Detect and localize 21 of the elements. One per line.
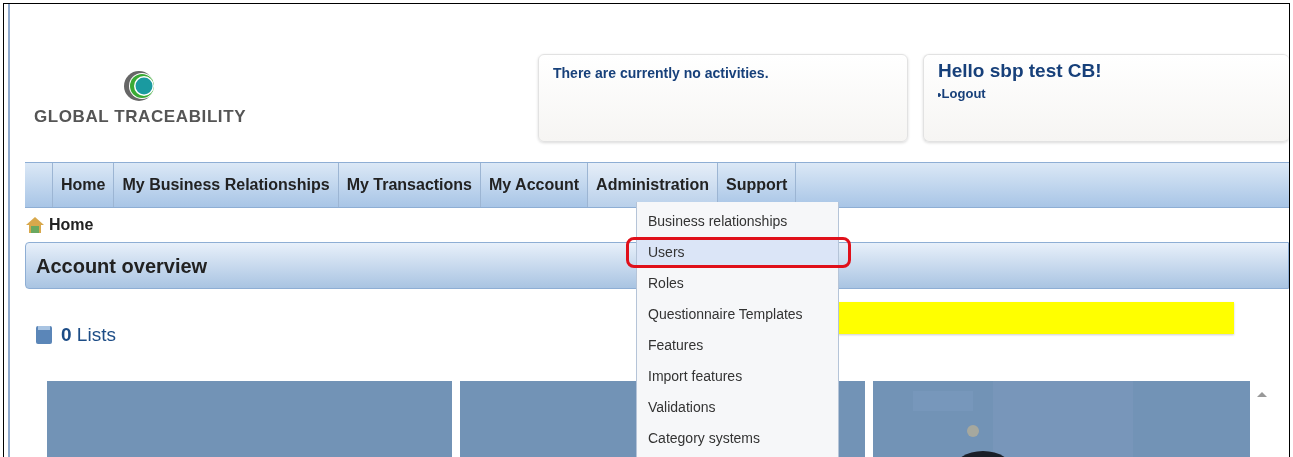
logo-text: GLOBAL TRACEABILITY <box>33 106 247 128</box>
menu-item[interactable]: Import features <box>637 361 838 392</box>
menu-item[interactable]: Validations <box>637 392 838 423</box>
activity-message: There are currently no activities. <box>553 65 769 81</box>
menu-item[interactable]: Business relationships <box>637 206 838 237</box>
breadcrumb-link[interactable]: Home <box>49 213 94 237</box>
list-icon <box>35 325 53 345</box>
menu-item[interactable]: Questionnaire Templates <box>637 299 838 330</box>
greeting-text: Hello sbp test CB! <box>938 61 1103 81</box>
nav-tab[interactable]: My Transactions <box>337 163 480 207</box>
menu-item[interactable]: Features <box>637 330 838 361</box>
nav-tab[interactable]: Administration <box>587 163 717 207</box>
menu-item[interactable]: Category systems <box>637 423 838 454</box>
nav-tab[interactable]: Home <box>52 163 114 207</box>
lists-link[interactable]: 0 Lists <box>61 320 116 350</box>
nav-tab[interactable]: My Business Relationships <box>113 163 338 207</box>
menu-item[interactable]: Roles <box>637 268 838 299</box>
section-title: Account overview <box>36 253 208 279</box>
home-icon <box>25 216 45 234</box>
logout-link[interactable]: Logout <box>938 87 986 100</box>
scroll-up-icon[interactable] <box>1256 389 1268 398</box>
